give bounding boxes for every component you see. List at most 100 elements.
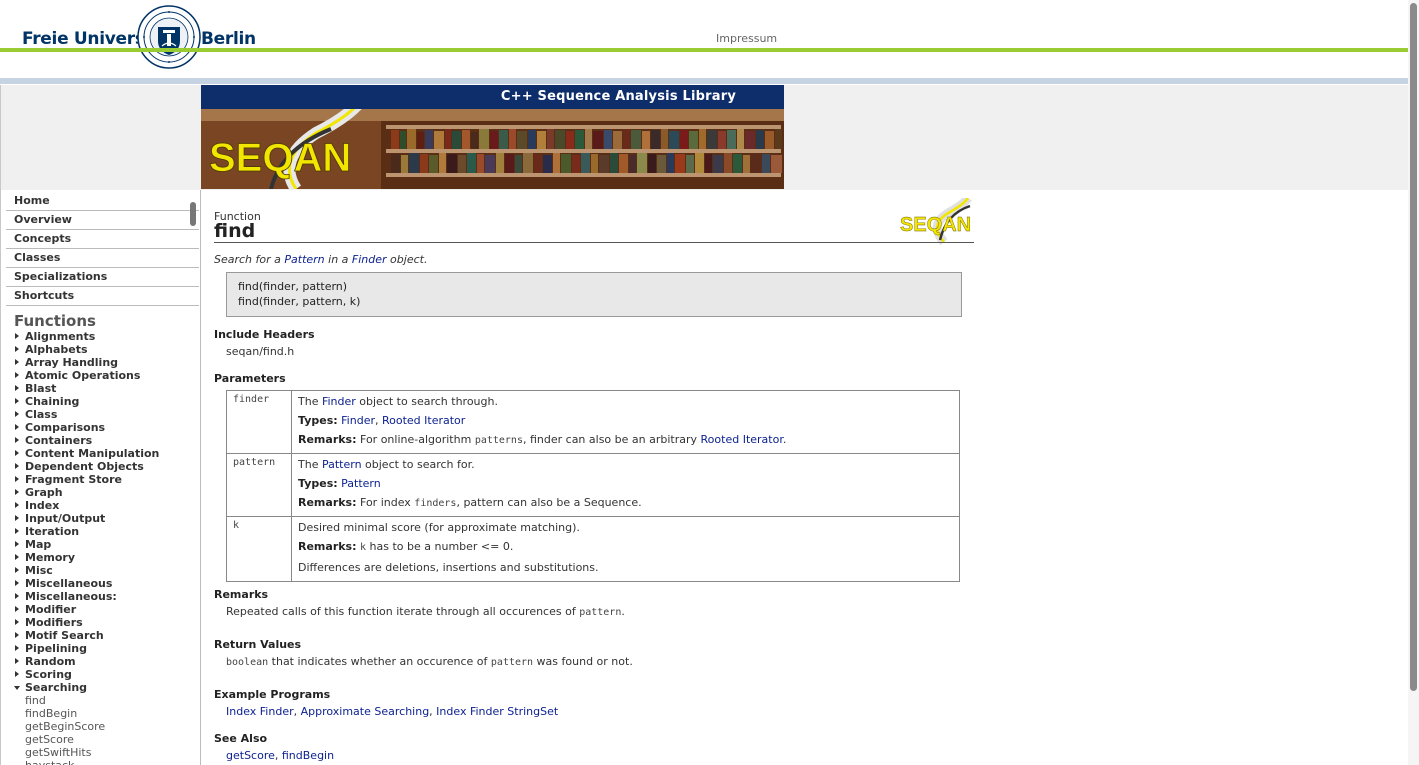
category-item[interactable]: Memory xyxy=(1,551,200,564)
function-summary: Search for a Pattern in a Finder object. xyxy=(214,253,427,266)
pattern-type-link[interactable]: Pattern xyxy=(341,477,381,490)
category-item[interactable]: Alphabets xyxy=(1,343,200,356)
category-searching[interactable]: Searching xyxy=(1,681,200,694)
category-item[interactable]: Map xyxy=(1,538,200,551)
code-text: finders xyxy=(414,498,457,509)
category-label: Index xyxy=(25,499,60,512)
function-link[interactable]: getScore xyxy=(1,733,200,746)
category-item[interactable]: Modifier xyxy=(1,603,200,616)
finder-type-link[interactable]: Finder xyxy=(341,414,375,427)
category-item[interactable]: Containers xyxy=(1,434,200,447)
category-item[interactable]: Misc xyxy=(1,564,200,577)
header-green-rule xyxy=(0,48,1408,52)
category-item[interactable]: Index xyxy=(1,499,200,512)
fu-logo-text-right[interactable]: Berlin xyxy=(201,29,256,49)
triangle-right-icon xyxy=(15,645,19,651)
category-item[interactable]: Miscellaneous: xyxy=(1,590,200,603)
category-item[interactable]: Iteration xyxy=(1,525,200,538)
seqan-logo-icon[interactable]: SEQAN xyxy=(900,198,972,246)
see-also-heading: See Also xyxy=(214,732,268,745)
nav-overview[interactable]: Overview xyxy=(6,211,199,230)
category-item[interactable]: Comparisons xyxy=(1,421,200,434)
param-name: pattern xyxy=(226,453,292,517)
nav-classes[interactable]: Classes xyxy=(6,249,199,268)
example-approximate-searching-link[interactable]: Approximate Searching xyxy=(301,705,430,718)
see-also-findbegin-link[interactable]: findBegin xyxy=(282,749,334,762)
category-item[interactable]: Miscellaneous xyxy=(1,577,200,590)
param-text: The xyxy=(298,395,322,408)
page-scrollbar-thumb[interactable] xyxy=(1410,3,1417,691)
nav-home[interactable]: Home xyxy=(6,192,199,211)
category-label: Fragment Store xyxy=(25,473,122,486)
return-values-text: boolean that indicates whether an occure… xyxy=(226,655,633,668)
category-item[interactable]: Input/Output xyxy=(1,512,200,525)
param-name: finder xyxy=(226,390,292,454)
category-item[interactable]: Dependent Objects xyxy=(1,460,200,473)
category-item[interactable]: Content Manipulation xyxy=(1,447,200,460)
function-link[interactable]: haystack xyxy=(1,759,200,765)
category-item[interactable]: Array Handling xyxy=(1,356,200,369)
category-label: Class xyxy=(25,408,58,421)
category-label: Graph xyxy=(25,486,63,499)
remarks-label: Remarks: xyxy=(298,433,357,446)
finder-link[interactable]: Finder xyxy=(322,395,356,408)
function-link[interactable]: findBegin xyxy=(1,707,200,720)
example-index-finder-link[interactable]: Index Finder xyxy=(226,705,294,718)
nav-concepts[interactable]: Concepts xyxy=(6,230,199,249)
impressum-link[interactable]: Impressum xyxy=(716,32,777,45)
category-item[interactable]: Graph xyxy=(1,486,200,499)
category-label: Comparisons xyxy=(25,421,106,434)
code-text: pattern xyxy=(490,657,534,668)
sidebar: Home Overview Concepts Classes Specializ… xyxy=(1,190,200,765)
triangle-right-icon xyxy=(15,632,19,638)
banner-title-bar: C++ Sequence Analysis Library xyxy=(201,85,784,109)
category-item[interactable]: Blast xyxy=(1,382,200,395)
pattern-link[interactable]: Pattern xyxy=(322,458,362,471)
nav-shortcuts[interactable]: Shortcuts xyxy=(6,287,199,306)
triangle-right-icon xyxy=(15,372,19,378)
rooted-iterator-link[interactable]: Rooted Iterator xyxy=(382,414,465,427)
sidebar-divider xyxy=(200,190,201,765)
category-label: Miscellaneous xyxy=(25,577,113,590)
param-text: , pattern can also be a Sequence. xyxy=(456,496,642,509)
category-item[interactable]: Class xyxy=(1,408,200,421)
param-text: For index xyxy=(360,496,415,509)
function-link[interactable]: getSwiftHits xyxy=(1,746,200,759)
remarks-label: Remarks: xyxy=(298,540,357,553)
category-label: Chaining xyxy=(25,395,80,408)
param-text: . xyxy=(782,433,787,446)
remarks-text: Repeated calls of this function iterate … xyxy=(226,605,625,618)
include-headers-heading: Include Headers xyxy=(214,328,315,341)
category-item[interactable]: Alignments xyxy=(1,330,200,343)
category-item[interactable]: Atomic Operations xyxy=(1,369,200,382)
category-item[interactable]: Fragment Store xyxy=(1,473,200,486)
category-label: Searching xyxy=(25,681,88,694)
see-also-getscore-link[interactable]: getScore xyxy=(226,749,275,762)
category-item[interactable]: Chaining xyxy=(1,395,200,408)
category-item[interactable]: Modifiers xyxy=(1,616,200,629)
triangle-right-icon xyxy=(15,398,19,404)
seqan-banner-image: SEQAN xyxy=(201,109,784,189)
example-index-finder-stringset-link[interactable]: Index Finder StringSet xyxy=(436,705,558,718)
nav-specializations[interactable]: Specializations xyxy=(6,268,199,287)
pattern-link[interactable]: Pattern xyxy=(284,253,324,266)
category-label: Containers xyxy=(25,434,93,447)
triangle-right-icon xyxy=(15,424,19,430)
triangle-right-icon xyxy=(15,658,19,664)
triangle-right-icon xyxy=(15,346,19,352)
triangle-right-icon xyxy=(15,606,19,612)
function-link[interactable]: getBeginScore xyxy=(1,720,200,733)
remarks-heading: Remarks xyxy=(214,588,269,601)
category-item[interactable]: Motif Search xyxy=(1,629,200,642)
finder-link[interactable]: Finder xyxy=(352,253,387,266)
category-label: Misc xyxy=(25,564,53,577)
sidebar-scrollbar[interactable] xyxy=(190,202,196,226)
category-item[interactable]: Random xyxy=(1,655,200,668)
fu-seal-icon[interactable] xyxy=(137,5,201,69)
triangle-right-icon xyxy=(15,619,19,625)
table-row: k Desired minimal score (for approximate… xyxy=(226,516,960,582)
rooted-iterator-link[interactable]: Rooted Iterator xyxy=(701,433,783,446)
category-item[interactable]: Scoring xyxy=(1,668,200,681)
category-item[interactable]: Pipelining xyxy=(1,642,200,655)
function-link[interactable]: find xyxy=(1,694,200,707)
